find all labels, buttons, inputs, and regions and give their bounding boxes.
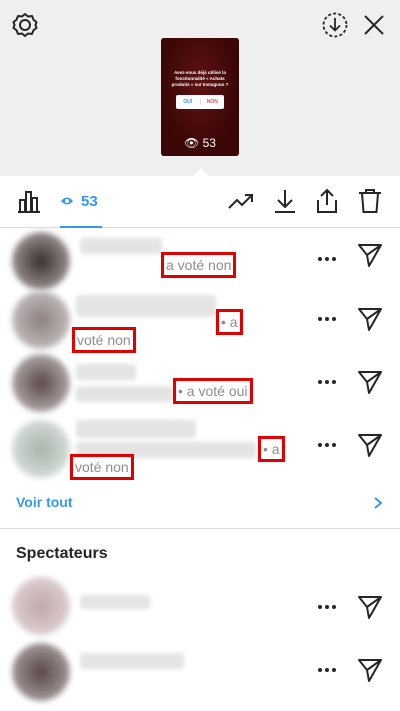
story-preview-area: Avez-vous déjà utilisé la fonctionnalité…	[0, 0, 400, 176]
send-icon[interactable]	[356, 368, 384, 396]
eye-icon	[61, 197, 73, 205]
poll-option-yes: OUI	[183, 99, 193, 105]
list-item[interactable]: • a voté non	[0, 289, 400, 355]
username-blurred	[76, 364, 136, 380]
avatar[interactable]	[12, 643, 70, 701]
send-icon[interactable]	[356, 431, 384, 459]
username-blurred	[80, 595, 150, 609]
avatar[interactable]	[12, 577, 70, 635]
vote-status-part1: • a	[216, 309, 243, 335]
send-icon[interactable]	[356, 241, 384, 269]
story-view-count: 👁 53	[161, 136, 239, 150]
close-icon[interactable]	[360, 11, 388, 39]
gear-icon[interactable]	[11, 11, 39, 39]
trending-up-icon[interactable]	[226, 186, 256, 216]
more-options-icon[interactable]	[317, 256, 337, 262]
story-thumbnail[interactable]: Avez-vous déjà utilisé la fonctionnalité…	[161, 38, 239, 156]
more-options-icon[interactable]	[317, 316, 337, 322]
list-item[interactable]: a voté non	[0, 228, 400, 294]
list-item[interactable]: • a voté non	[0, 414, 400, 480]
send-icon[interactable]	[356, 305, 384, 333]
eye-icon: 👁	[184, 136, 200, 150]
story-view-count-value: 53	[202, 136, 216, 150]
avatar[interactable]	[12, 420, 70, 478]
vote-status-part1: • a	[258, 436, 285, 462]
download-circle-icon[interactable]	[321, 11, 349, 39]
poll-option-no: NON	[199, 99, 225, 105]
more-options-icon[interactable]	[317, 604, 337, 610]
avatar[interactable]	[12, 232, 70, 290]
username-blurred	[76, 420, 196, 438]
vote-status: • a voté oui	[173, 378, 253, 404]
story-question: Avez-vous déjà utilisé la fonctionnalité…	[171, 70, 229, 87]
avatar[interactable]	[12, 354, 70, 412]
username-blurred	[80, 238, 162, 254]
list-item[interactable]	[0, 639, 400, 705]
share-icon[interactable]	[312, 186, 342, 216]
more-options-icon[interactable]	[317, 442, 337, 448]
list-item[interactable]	[0, 573, 400, 639]
vote-status-part2: voté non	[70, 454, 134, 480]
list-item[interactable]: • a voté oui	[0, 350, 400, 416]
download-icon[interactable]	[270, 186, 300, 216]
more-options-icon[interactable]	[317, 379, 337, 385]
section-divider	[0, 528, 400, 529]
chevron-right-icon[interactable]	[372, 496, 384, 510]
story-toolbar: 53	[0, 176, 400, 228]
username-blurred	[76, 295, 216, 317]
send-icon[interactable]	[356, 656, 384, 684]
more-options-icon[interactable]	[317, 667, 337, 673]
username-blurred	[80, 653, 184, 669]
bar-chart-icon[interactable]	[14, 186, 44, 216]
vote-status: a voté non	[161, 252, 237, 278]
trash-icon[interactable]	[355, 186, 385, 216]
send-icon[interactable]	[356, 593, 384, 621]
see-all-link[interactable]: Voir tout	[16, 494, 73, 510]
avatar[interactable]	[12, 291, 70, 349]
story-poll: OUI NON	[176, 95, 224, 109]
thumbnail-pointer	[193, 168, 209, 176]
section-title-spectators: Spectateurs	[16, 545, 108, 562]
subtitle-blurred	[76, 386, 174, 402]
viewers-count: 53	[81, 193, 98, 210]
